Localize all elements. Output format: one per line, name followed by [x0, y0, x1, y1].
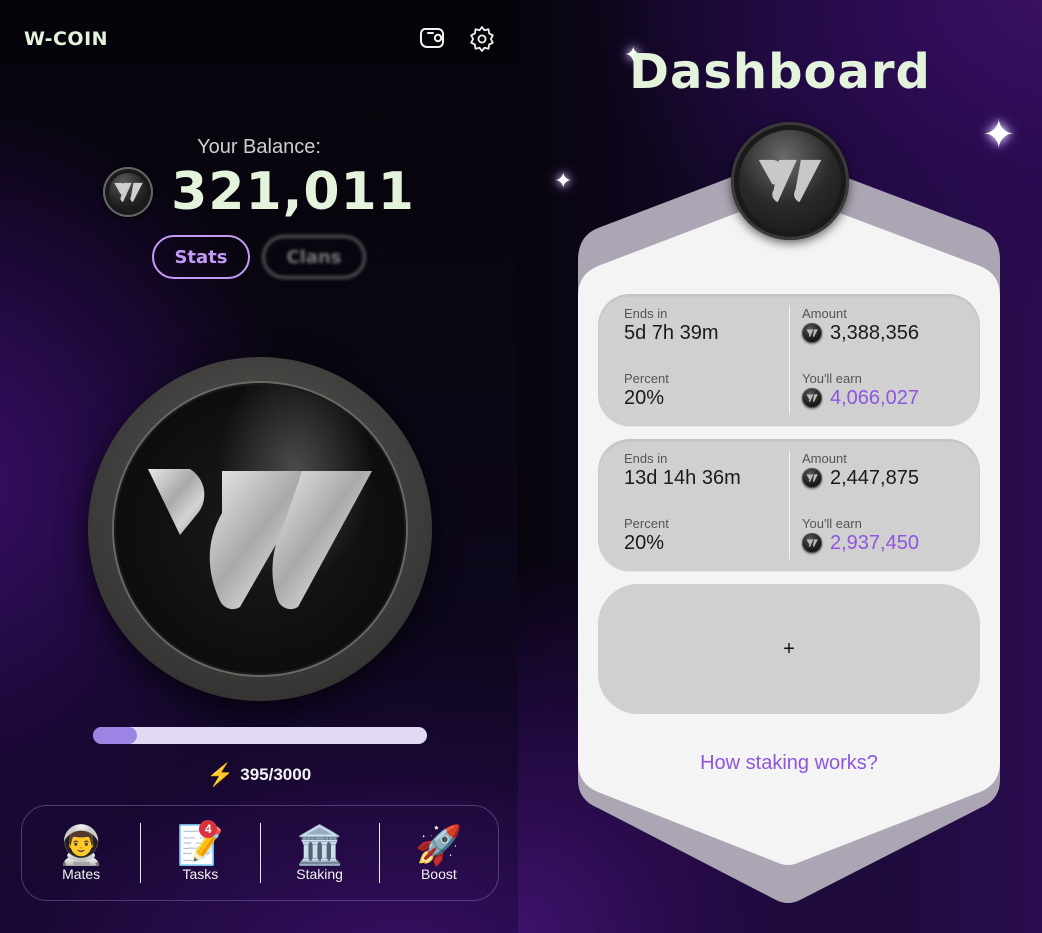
gear-icon — [470, 26, 494, 52]
add-stake-button[interactable]: + — [598, 584, 980, 714]
main-screen: W-COIN Your Balance: 321,011 Stats Clans — [0, 0, 518, 933]
amount-value: 3,388,356 — [830, 322, 919, 344]
coin-logo — [731, 122, 849, 240]
ends-label: Ends in — [624, 451, 668, 466]
earn-value: 2,937,450 — [830, 532, 919, 554]
settings-button[interactable] — [468, 24, 496, 52]
lightning-icon: ⚡ — [206, 762, 235, 787]
percent-value: 20% — [624, 387, 665, 409]
stake-card[interactable]: Ends in 13d 14h 36m Percent 20% Amount 2… — [598, 439, 980, 571]
coin-icon — [802, 388, 822, 408]
coin-icon — [802, 323, 822, 343]
nav-label: Staking — [296, 866, 343, 882]
balance-row: 321,011 — [0, 162, 518, 222]
nav-mates[interactable]: 👨‍🚀 Mates — [22, 806, 140, 900]
nav-label: Boost — [420, 866, 457, 882]
stake-card[interactable]: Ends in 5d 7h 39m Percent 20% Amount 3,3… — [598, 294, 980, 426]
amount-value: 2,447,875 — [830, 467, 919, 489]
percent-label: Percent — [624, 516, 669, 531]
percent-value: 20% — [624, 532, 665, 554]
ends-label: Ends in — [624, 306, 668, 321]
nav-boost[interactable]: 🚀 Boost — [380, 806, 498, 900]
coin-icon — [802, 468, 822, 488]
balance-label: Your Balance: — [197, 136, 321, 158]
earn-label: You'll earn — [802, 371, 862, 386]
card-divider — [789, 451, 790, 559]
amount-label: Amount — [802, 451, 847, 466]
energy-progress-bar — [93, 727, 427, 744]
nav-label: Tasks — [182, 866, 219, 882]
tab-stats[interactable]: Stats — [152, 235, 250, 279]
ends-value: 5d 7h 39m — [624, 322, 719, 344]
astronaut-icon: 👨‍🚀 — [57, 825, 105, 867]
nav-tasks[interactable]: 📝 4 Tasks — [141, 806, 259, 900]
staking-dashboard: ✦ ✦ ✦ Dashboard Ends in 5d 7h 39m Percen… — [518, 0, 1042, 933]
w-logo-icon — [148, 469, 372, 610]
tab-clans[interactable]: Clans — [262, 235, 366, 279]
tap-coin[interactable] — [88, 357, 432, 701]
coin-icon — [802, 533, 822, 553]
nav-label: Mates — [62, 866, 101, 882]
bottom-nav: 👨‍🚀 Mates 📝 4 Tasks 🏛️ Staking 🚀 Boost — [21, 805, 499, 901]
earn-label: You'll earn — [802, 516, 862, 531]
ends-value: 13d 14h 36m — [624, 467, 741, 489]
coin-icon — [103, 167, 154, 217]
wallet-icon — [419, 28, 444, 48]
how-staking-works-link[interactable]: How staking works? — [518, 752, 1042, 775]
rocket-icon: 🚀 — [415, 825, 463, 867]
stats-clans-tabs: Stats Clans — [0, 235, 518, 279]
nav-staking[interactable]: 🏛️ Staking — [261, 806, 379, 900]
energy-progress-fill — [93, 727, 137, 744]
card-divider — [789, 306, 790, 414]
amount-label: Amount — [802, 306, 847, 321]
wallet-button[interactable] — [418, 24, 446, 52]
balance-value: 321,011 — [171, 162, 415, 222]
energy-readout: ⚡ 395/3000 — [0, 762, 518, 788]
energy-value: 395/3000 — [240, 765, 312, 784]
earn-value: 4,066,027 — [830, 387, 919, 409]
percent-label: Percent — [624, 371, 669, 386]
plus-icon: + — [783, 637, 795, 660]
app-logo: W-COIN — [24, 28, 109, 50]
bank-icon: 🏛️ — [295, 825, 344, 867]
